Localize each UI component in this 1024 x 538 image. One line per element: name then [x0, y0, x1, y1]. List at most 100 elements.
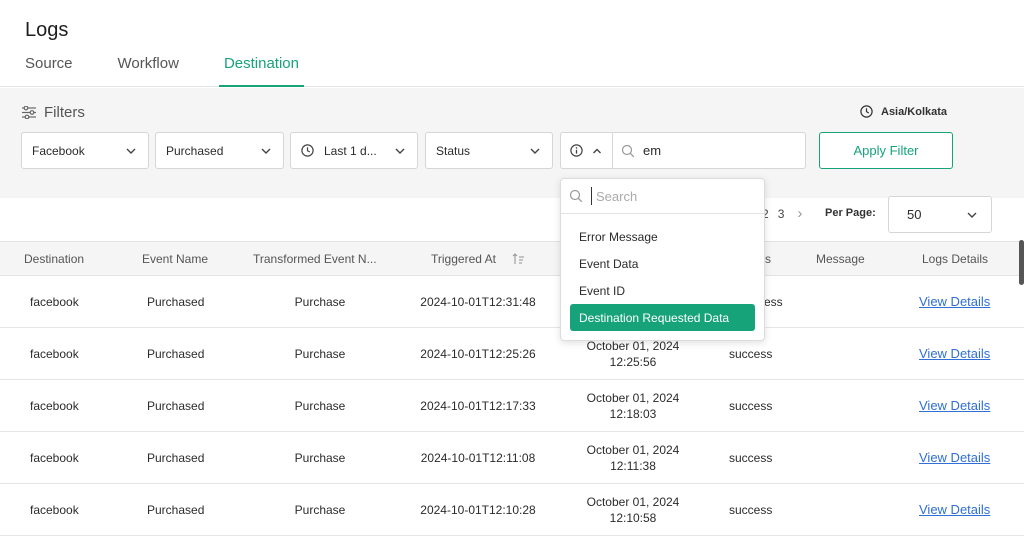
view-details-link[interactable]: View Details	[919, 432, 990, 484]
destination-select[interactable]: Facebook	[21, 132, 149, 169]
cell-status: success	[729, 451, 773, 465]
cell-transformed-event: Purchase	[294, 347, 346, 361]
chevron-right-icon[interactable]: ›	[797, 205, 802, 222]
view-details-link[interactable]: View Details	[919, 380, 990, 432]
cell-destination: facebook	[30, 347, 79, 361]
scrollbar-thumb[interactable]	[1019, 240, 1024, 285]
sliders-icon	[22, 106, 36, 119]
cell-triggered-at: 2024-10-01T12:31:48	[420, 295, 536, 309]
table-row: facebook Purchased Purchase 2024-10-01T1…	[0, 484, 1024, 536]
clock-icon	[301, 144, 314, 157]
status-select-value: Status	[436, 143, 471, 158]
view-details-label[interactable]: View Details	[919, 294, 990, 310]
timezone-indicator: Asia/Kolkata	[860, 105, 947, 118]
option-event-data[interactable]: Event Data	[570, 250, 755, 277]
cell-time: 12:18:03	[609, 407, 657, 421]
event-select-value: Purchased	[166, 143, 224, 158]
view-details-link[interactable]: View Details	[919, 276, 990, 328]
field-selector-toggle[interactable]	[561, 133, 613, 168]
event-select[interactable]: Purchased	[155, 132, 284, 169]
sort-icon[interactable]	[512, 253, 525, 265]
chevron-down-icon	[967, 212, 977, 218]
chevron-up-icon	[593, 148, 601, 153]
cell-event-name: Purchased	[147, 503, 205, 517]
cell-date: October 01, 2024	[586, 443, 680, 457]
search-field-dropdown: Error Message Event Data Event ID Destin…	[560, 178, 765, 341]
cell-status: success	[729, 399, 773, 413]
info-icon	[570, 144, 583, 157]
timezone-label: Asia/Kolkata	[881, 105, 948, 118]
col-triggered-at[interactable]: Triggered At	[431, 252, 496, 266]
dropdown-search-input[interactable]	[591, 187, 741, 205]
cell-destination: facebook	[30, 399, 79, 413]
table-row: facebook Purchased Purchase 2024-10-01T1…	[0, 328, 1024, 380]
per-page-value: 50	[907, 207, 922, 222]
cell-triggered-at: 2024-10-01T12:25:26	[420, 347, 536, 361]
view-details-link[interactable]: View Details	[919, 328, 990, 380]
option-destination-requested-data[interactable]: Destination Requested Data	[570, 304, 755, 331]
cell-status: success	[729, 503, 773, 517]
time-range-select[interactable]: Last 1 d...	[290, 132, 418, 169]
cell-event-name: Purchased	[147, 399, 205, 413]
field-search-combo	[560, 132, 806, 169]
search-icon	[569, 189, 583, 203]
cell-created-at: October 01, 2024 12:11:38	[573, 432, 693, 484]
filters-label: Filters	[44, 104, 85, 121]
page-3-link[interactable]: 3	[778, 207, 785, 221]
cell-event-name: Purchased	[147, 347, 205, 361]
chevron-down-icon	[530, 148, 540, 154]
col-event-name: Event Name	[142, 252, 209, 266]
cell-destination: facebook	[30, 503, 79, 517]
search-input[interactable]	[643, 143, 783, 158]
view-details-label[interactable]: View Details	[919, 398, 990, 414]
cell-date: October 01, 2024	[586, 495, 680, 509]
chevron-down-icon	[261, 148, 271, 154]
page-header: Logs Source Workflow Destination	[0, 0, 1024, 87]
apply-filter-button[interactable]: Apply Filter	[819, 132, 953, 169]
chevron-down-icon	[126, 148, 136, 154]
search-icon	[621, 144, 635, 157]
cell-triggered-at: 2024-10-01T12:10:28	[420, 503, 536, 517]
filters-heading: Filters	[22, 104, 85, 121]
pagination: 2 3 ›	[762, 205, 811, 222]
table-row: facebook Purchased Purchase 2024-10-01T1…	[0, 432, 1024, 484]
time-range-value: Last 1 d...	[324, 143, 377, 158]
status-select[interactable]: Status	[425, 132, 553, 169]
cell-transformed-event: Purchase	[294, 503, 346, 517]
cell-transformed-event: Purchase	[294, 295, 346, 309]
col-destination: Destination	[24, 252, 85, 266]
col-message: Message	[816, 252, 865, 266]
cell-time: 12:25:56	[609, 355, 657, 369]
tab-destination[interactable]: Destination	[218, 55, 305, 87]
table-header: Destination Event Name Transformed Event…	[0, 241, 1024, 276]
per-page-label: Per Page:	[825, 207, 876, 219]
tab-source[interactable]: Source	[25, 55, 73, 87]
option-error-message[interactable]: Error Message	[570, 223, 755, 250]
option-event-id[interactable]: Event ID	[570, 277, 755, 304]
col-logs-details: Logs Details	[922, 252, 989, 266]
search-field	[613, 133, 805, 168]
view-details-label[interactable]: View Details	[919, 346, 990, 362]
page-title: Logs	[25, 19, 69, 41]
dropdown-search	[561, 179, 764, 214]
view-details-label[interactable]: View Details	[919, 450, 990, 466]
cell-destination: facebook	[30, 295, 79, 309]
per-page-select[interactable]: 50	[888, 196, 992, 233]
cell-time: 12:11:38	[610, 459, 656, 473]
cell-event-name: Purchased	[147, 451, 205, 465]
cell-date: October 01, 2024	[586, 391, 680, 405]
view-details-label[interactable]: View Details	[919, 502, 990, 518]
view-details-link[interactable]: View Details	[919, 484, 990, 536]
table-row: facebook Purchased Purchase 2024-10-01T1…	[0, 380, 1024, 432]
col-transformed-event: Transformed Event N...	[253, 252, 377, 266]
cell-created-at: October 01, 2024 12:18:03	[573, 380, 693, 432]
cell-event-name: Purchased	[147, 295, 205, 309]
tab-workflow[interactable]: Workflow	[118, 55, 179, 87]
cell-destination: facebook	[30, 451, 79, 465]
chevron-down-icon	[395, 148, 405, 154]
cell-transformed-event: Purchase	[294, 399, 346, 413]
filters-panel: Filters Asia/Kolkata Facebook Purchased …	[0, 88, 1024, 198]
cell-time: 12:10:58	[609, 511, 657, 525]
col-status: s	[765, 252, 771, 266]
cell-transformed-event: Purchase	[294, 451, 346, 465]
